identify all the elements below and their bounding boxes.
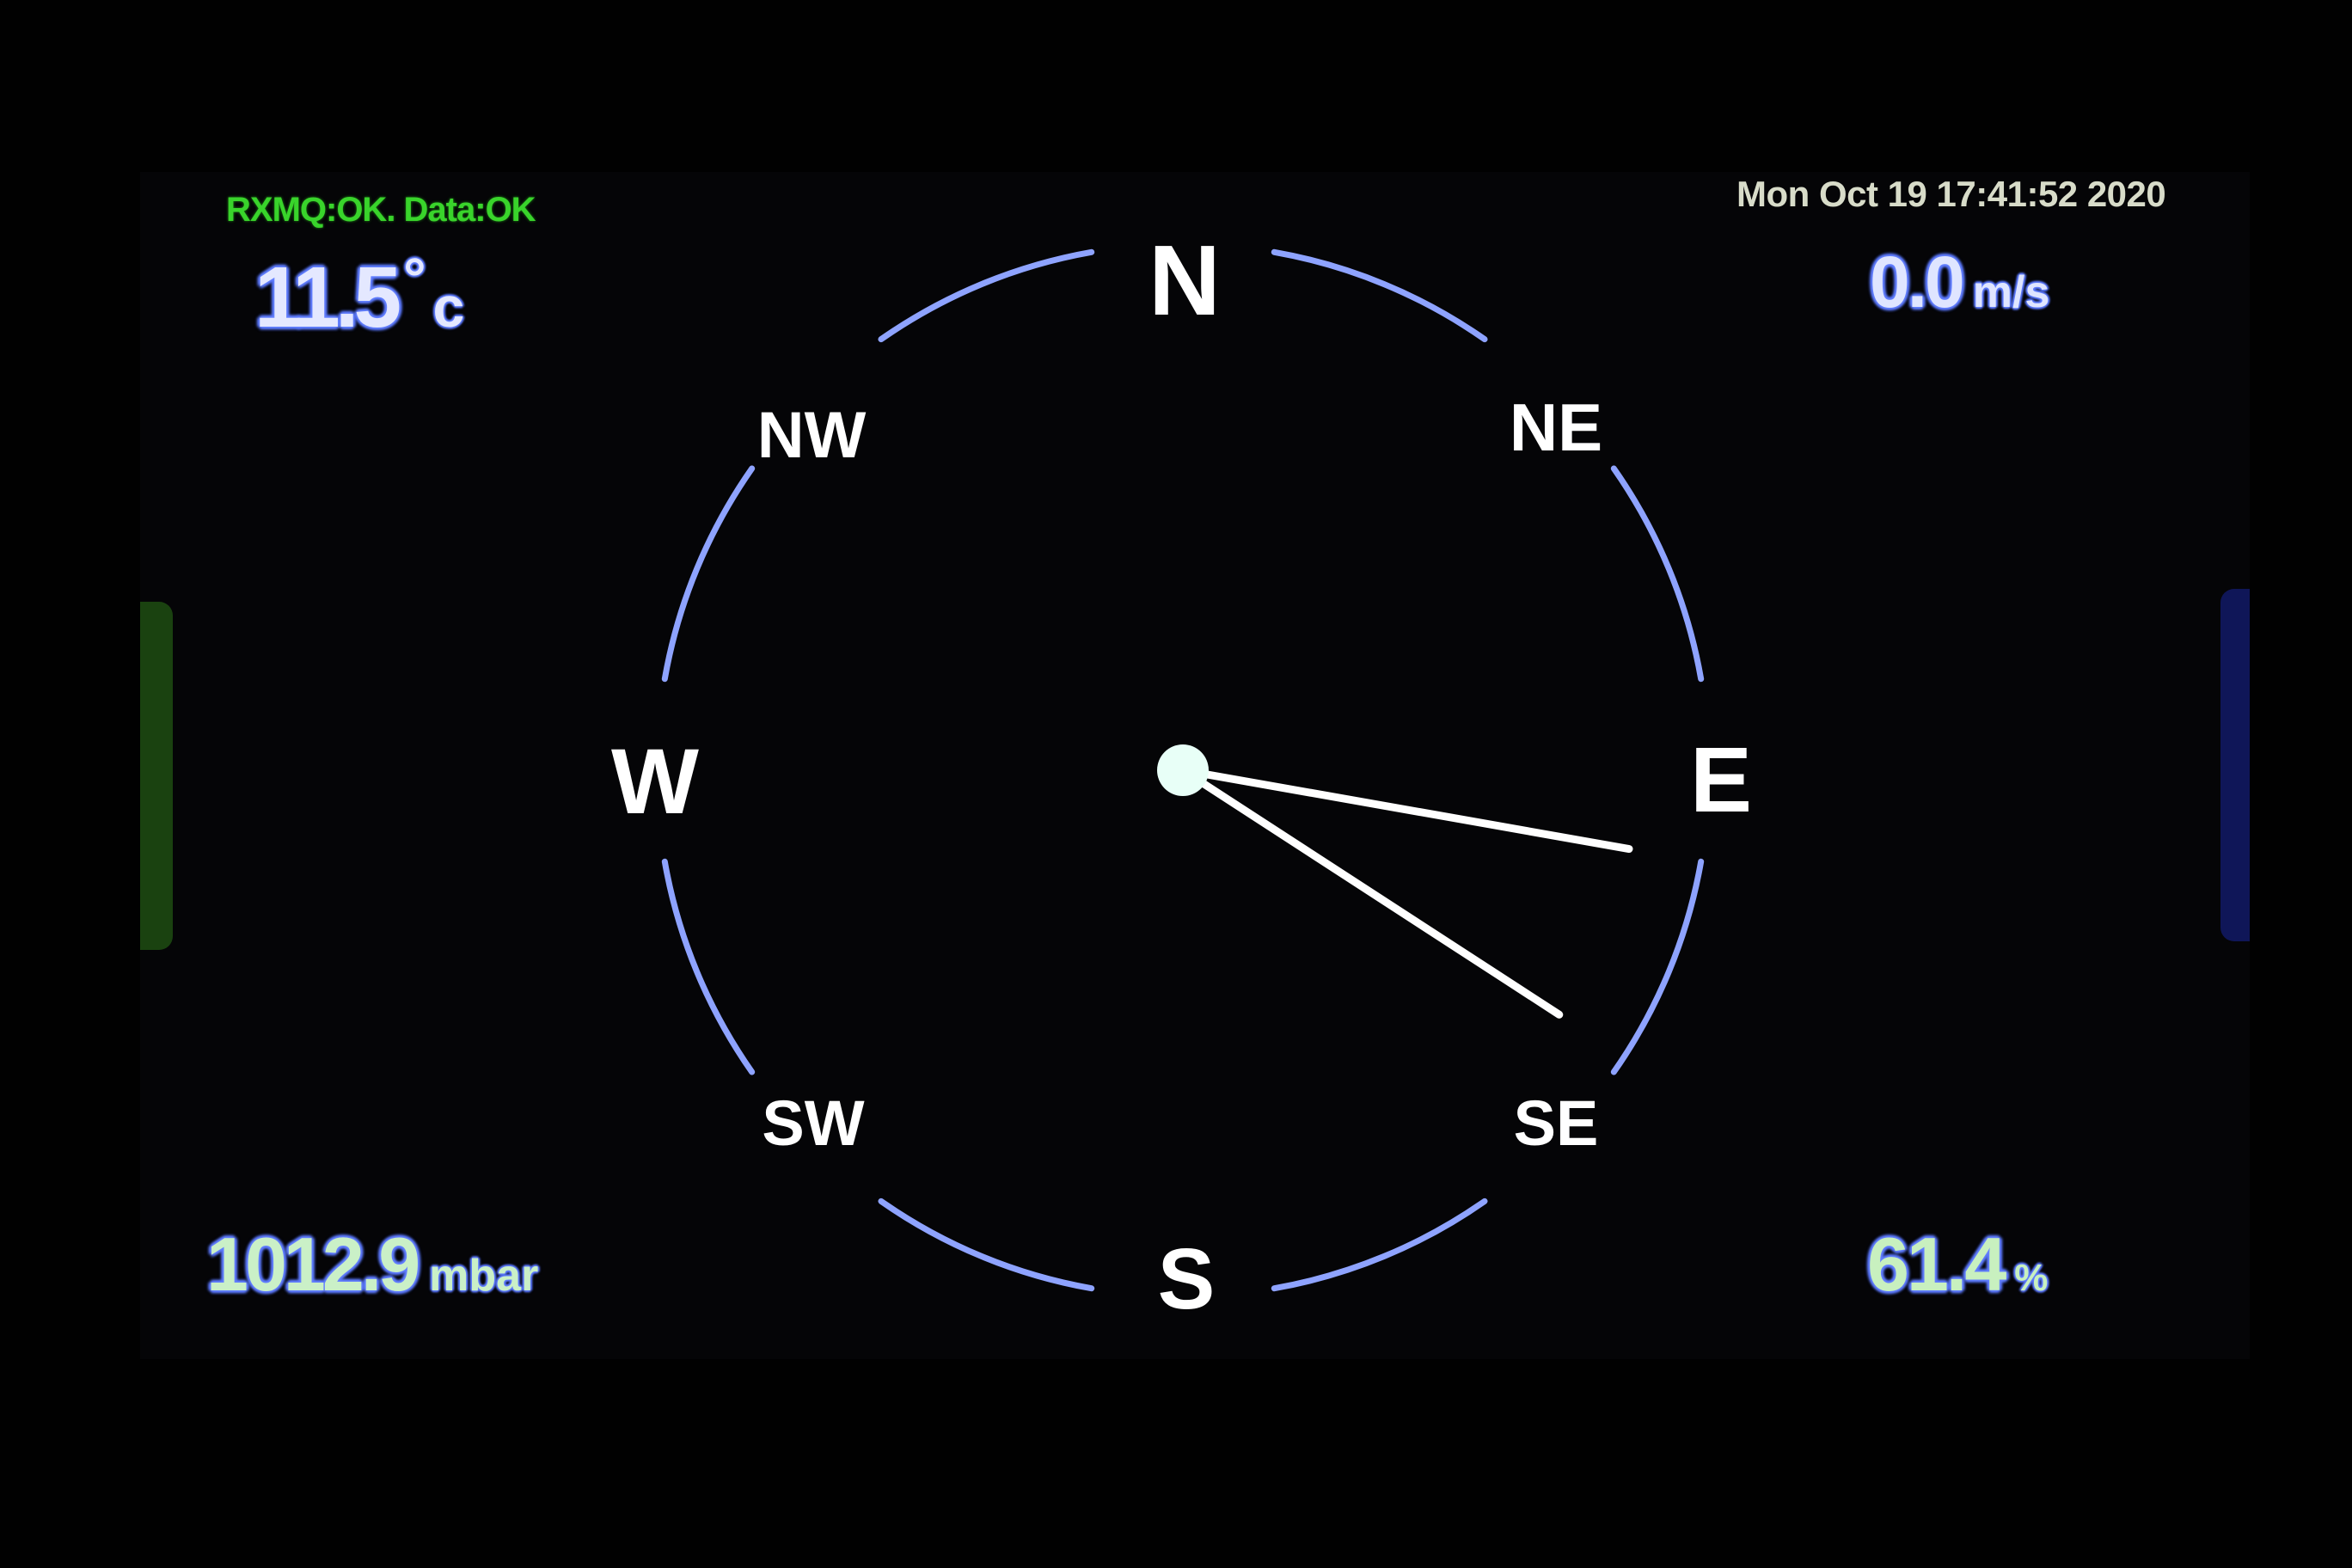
compass-label-n: N [1148,224,1221,336]
compass-ring-arc-n-ne [1271,248,1488,343]
compass-ring-arc-nw-n [878,248,1095,343]
compass-label-e: E [1690,727,1752,831]
compass-label-s: S [1158,1231,1216,1327]
wind-needles [1179,766,1633,1019]
compass-ring-arc-e-se [1610,858,1705,1075]
wind-compass: N NE E SE S SW W NW [611,224,1752,1327]
compass-hub [1157,744,1209,796]
compass-label-se: SE [1514,1087,1599,1159]
compass-ring-arc-sw-w [661,858,756,1075]
compass-ring-arc-s-sw [878,1197,1095,1292]
compass-label-w: W [611,729,699,833]
compass-ring-arc-ne-e [1610,465,1705,683]
compass-label-nw: NW [757,399,867,472]
compass-ring-arc-se-s [1271,1197,1488,1292]
compass-ring-arc-w-nw [661,465,756,683]
compass-label-sw: SW [762,1087,864,1159]
compass-label-ne: NE [1510,389,1602,465]
